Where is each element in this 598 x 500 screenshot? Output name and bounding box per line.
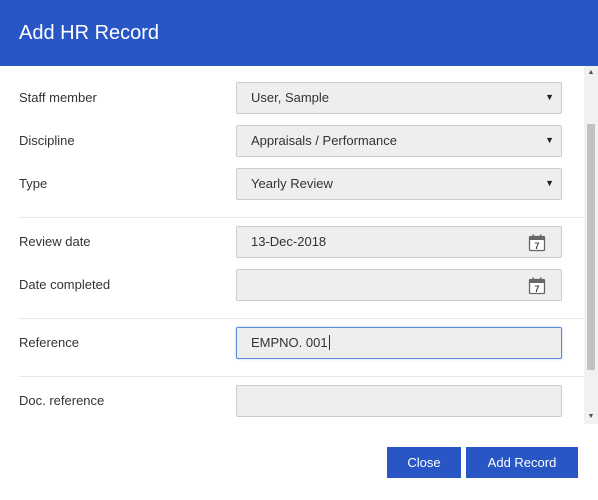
type-value: Yearly Review: [251, 176, 333, 191]
reference-input[interactable]: EMPNO. 001: [236, 327, 562, 359]
review-date-input[interactable]: 13-Dec-2018 7: [236, 226, 562, 258]
reference-row: Reference EMPNO. 001: [0, 327, 584, 359]
chevron-down-icon: ▼: [545, 92, 554, 102]
scrollbar-thumb[interactable]: [587, 124, 595, 370]
review-date-value: 13-Dec-2018: [251, 234, 327, 249]
dialog-title: Add HR Record: [19, 22, 160, 44]
dialog-footer: Close Add Record: [0, 424, 598, 500]
discipline-value: Appraisals / Performance: [251, 133, 397, 148]
calendar-day-number: 7: [534, 241, 539, 251]
add-hr-record-dialog: Add HR Record Staff member User, Sample …: [0, 0, 598, 500]
staff-member-row: Staff member User, Sample ▼: [0, 82, 584, 114]
scroll-up-arrow-icon[interactable]: ▲: [584, 66, 598, 80]
section-divider: [19, 217, 584, 218]
section-divider: [19, 318, 584, 319]
staff-member-select[interactable]: User, Sample ▼: [236, 82, 562, 114]
text-caret: [328, 335, 330, 350]
type-select[interactable]: Yearly Review ▼: [236, 168, 562, 200]
type-row: Type Yearly Review ▼: [0, 168, 584, 200]
review-date-label: Review date: [19, 234, 91, 249]
type-label: Type: [19, 176, 48, 191]
staff-member-value: User, Sample: [251, 90, 330, 105]
close-button[interactable]: Close: [387, 447, 461, 478]
date-completed-label: Date completed: [19, 277, 111, 292]
dialog-header: Add HR Record: [0, 0, 598, 66]
review-date-row: Review date 13-Dec-2018 7: [0, 226, 584, 258]
reference-label: Reference: [19, 335, 79, 350]
discipline-select[interactable]: Appraisals / Performance ▼: [236, 125, 562, 157]
calendar-icon[interactable]: 7: [528, 234, 546, 252]
calendar-day-number: 7: [534, 284, 539, 294]
section-divider: [19, 376, 584, 377]
calendar-icon[interactable]: 7: [528, 277, 546, 295]
discipline-label: Discipline: [19, 133, 75, 148]
reference-value: EMPNO. 001: [251, 335, 328, 350]
doc-reference-row: Doc. reference: [0, 385, 584, 417]
staff-member-label: Staff member: [19, 90, 97, 105]
date-completed-input[interactable]: 7: [236, 269, 562, 301]
chevron-down-icon: ▼: [545, 135, 554, 145]
doc-reference-input[interactable]: [236, 385, 562, 417]
chevron-down-icon: ▼: [545, 178, 554, 188]
doc-reference-label: Doc. reference: [19, 393, 105, 408]
form-content: Staff member User, Sample ▼ Discipline A…: [0, 66, 584, 424]
scroll-down-arrow-icon[interactable]: ▼: [584, 410, 598, 424]
vertical-scrollbar[interactable]: ▲ ▼: [584, 66, 598, 424]
discipline-row: Discipline Appraisals / Performance ▼: [0, 125, 584, 157]
date-completed-row: Date completed 7: [0, 269, 584, 301]
add-record-button[interactable]: Add Record: [466, 447, 578, 478]
